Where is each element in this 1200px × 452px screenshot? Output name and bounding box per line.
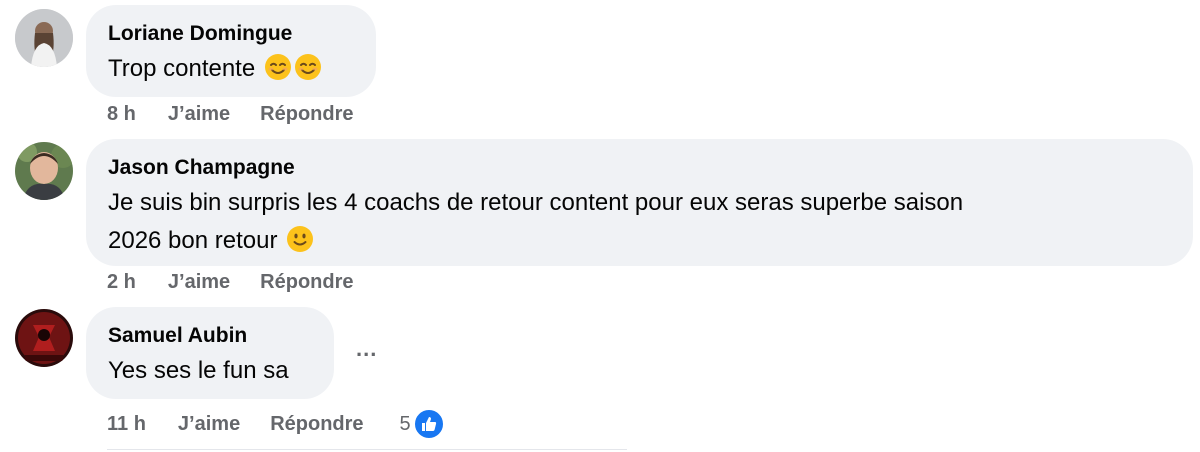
comment-timestamp[interactable]: 2 h [107,271,136,294]
comment-timestamp[interactable]: 8 h [107,103,136,126]
slightly-smiling-face-icon [287,226,314,252]
divider [107,449,627,450]
comment-text: Yes ses le fun sa [108,357,289,384]
comment-bubble: Samuel Aubin Yes ses le fun sa [86,307,334,399]
avatar-image [15,309,73,367]
thumbs-up-icon [421,417,436,431]
avatar-image [15,9,73,67]
like-button[interactable]: J’aime [168,103,230,126]
reaction-summary[interactable]: 5 [400,408,445,440]
avatar-jason-champagne[interactable] [15,142,73,200]
smiling-face-with-smiling-eyes-icon [294,54,321,80]
comment-bubble: Loriane Domingue Trop contente [86,5,376,97]
comment-author[interactable]: Jason Champagne [108,156,1171,180]
avatar-samuel-aubin[interactable] [15,309,73,367]
reply-button[interactable]: Répondre [270,413,363,436]
avatar-image [15,142,73,200]
comment-bubble: Jason Champagne Je suis bin surpris les … [86,139,1193,266]
avatar-loriane-domingue[interactable] [15,9,73,67]
more-options-button[interactable]: ... [356,336,377,362]
like-button[interactable]: J’aime [168,271,230,294]
comment-actions: 8 h J’aime Répondre [107,103,354,126]
reaction-count: 5 [399,412,411,435]
reply-button[interactable]: Répondre [260,271,353,294]
comment-author[interactable]: Loriane Domingue [108,22,354,46]
comment-actions: 2 h J’aime Répondre [107,271,354,294]
comment-text-line: 2026 bon retour [108,227,278,254]
comment-text-content: Trop contente [108,55,256,82]
comment-text: Je suis bin surpris les 4 coachs de reto… [108,184,1171,260]
like-reaction-icon [412,408,445,440]
comment-author[interactable]: Samuel Aubin [108,324,312,348]
comment-text: Trop contente [108,50,354,88]
comment-text-line: Je suis bin surpris les 4 coachs de reto… [108,189,964,216]
reply-button[interactable]: Répondre [260,103,353,126]
smiling-face-with-smiling-eyes-icon [264,54,291,80]
comment-actions: 11 h J’aime Répondre 5 [107,408,445,440]
like-button[interactable]: J’aime [178,413,240,436]
comment-timestamp[interactable]: 11 h [107,413,146,436]
